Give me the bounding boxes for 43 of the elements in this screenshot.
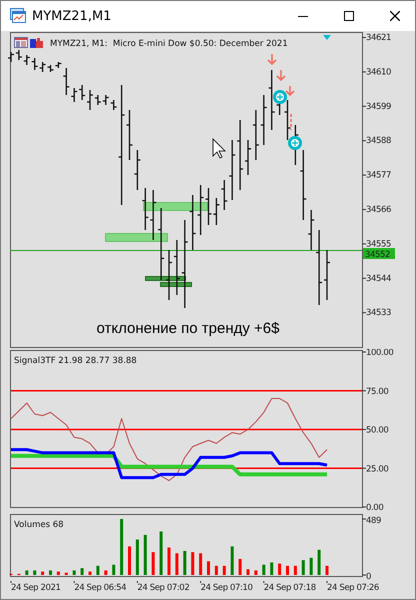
price-axis-label: 34555	[366, 239, 392, 250]
marker-icon	[323, 35, 331, 40]
axis-label: 25.00	[366, 464, 388, 474]
down-arrow-icon	[285, 85, 295, 96]
price-axis-label: 34577	[366, 170, 392, 181]
dashed-line	[290, 114, 292, 130]
down-arrow-icon	[267, 53, 277, 66]
price-axis-label: 34610	[366, 67, 392, 78]
zone-rectangle	[105, 233, 168, 242]
maximize-icon	[344, 11, 354, 21]
axis-label: 75.00	[366, 386, 388, 397]
indicator-icon	[30, 38, 43, 48]
target-icon	[273, 90, 287, 104]
indicator-title: Signal3TF 21.98 28.77 38.88	[14, 356, 137, 366]
price-axis-label: 34621	[366, 33, 392, 43]
price-axis-label: 34544	[366, 274, 392, 284]
axis-label: 50.00	[366, 426, 388, 436]
current-price-label: 34552	[363, 248, 395, 260]
close-icon	[390, 11, 400, 21]
time-axis-label: 24 Sep 06:54	[74, 583, 126, 593]
price-axis-label: 34533	[366, 308, 392, 318]
time-axis-label: 24 Sep 07:02	[137, 583, 190, 593]
axis-label: 489	[366, 516, 382, 526]
zone-rectangle	[143, 202, 208, 211]
time-axis-label: 24 Sep 07:10	[200, 583, 253, 593]
axis-label: 100.00	[366, 349, 394, 358]
axis-label: 0.00	[366, 503, 384, 513]
chart-icon	[14, 37, 28, 48]
down-arrow-icon	[276, 69, 286, 82]
time-axis-label: 24 Sep 07:18	[264, 583, 316, 593]
cursor-icon	[212, 138, 226, 159]
target-icon	[288, 136, 302, 150]
time-axis-label: 24 Sep 2021	[11, 583, 60, 593]
chart-caption: отклонение по тренду +6$	[96, 320, 280, 337]
chart-header: MYMZ21, M1: Micro E-mini Dow $0.50: December 2021	[50, 39, 288, 49]
window-title: MYMZ21,M1	[32, 8, 112, 24]
time-axis-label: 24 Sep 07:26	[327, 583, 379, 593]
price-axis-label: 34588	[366, 136, 392, 146]
chart-window-icon	[10, 8, 26, 24]
price-axis-label: 34599	[366, 102, 392, 112]
volume-title: Volumes 68	[14, 520, 64, 530]
price-axis-label: 34566	[366, 205, 392, 215]
axis-label: 0	[366, 572, 372, 581]
